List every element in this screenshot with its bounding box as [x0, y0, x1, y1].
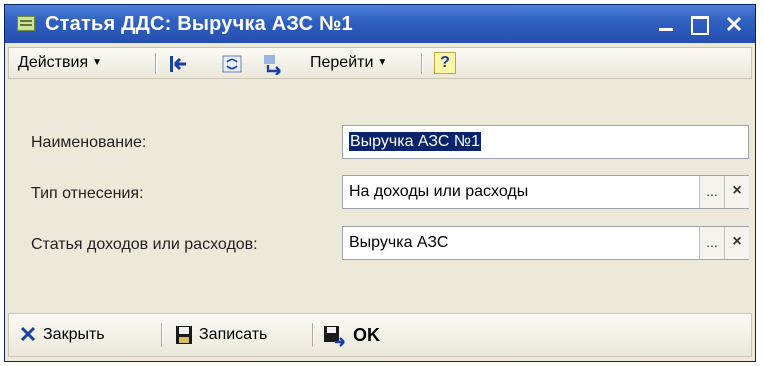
bottom-toolbar: Закрыть Записать OK	[8, 313, 752, 357]
save-button-label: Записать	[199, 326, 268, 343]
close-icon	[726, 16, 742, 32]
window-title: Статья ДДС: Выручка АЗС №1	[45, 13, 353, 35]
title-bar[interactable]: Статья ДДС: Выручка АЗС №1	[5, 5, 755, 43]
minimize-button[interactable]	[653, 11, 679, 37]
back-arrow-icon[interactable]	[167, 53, 189, 75]
toolbar: Действия ▼ Перейти ▼ ?	[8, 47, 752, 79]
catalog-item-icon	[17, 16, 35, 31]
article-field-value: Выручка АЗС	[349, 234, 449, 251]
actions-menu[interactable]: Действия ▼	[18, 48, 102, 78]
article-label: Статья доходов или расходов:	[31, 236, 258, 253]
maximize-button[interactable]	[687, 11, 713, 37]
close-window-button[interactable]	[721, 11, 747, 37]
save-and-close-icon	[324, 326, 345, 347]
help-icon[interactable]: ?	[434, 52, 456, 74]
article-clear-button[interactable]: ×	[724, 227, 749, 259]
goto-menu[interactable]: Перейти ▼	[310, 48, 387, 78]
toolbar-separator	[155, 53, 157, 74]
goto-menu-label: Перейти	[310, 54, 374, 71]
ok-button-label: OK	[353, 325, 380, 345]
close-button-label: Закрыть	[43, 326, 105, 343]
article-select-button[interactable]: ...	[699, 227, 724, 259]
floppy-disk-icon	[176, 326, 192, 344]
close-button[interactable]: Закрыть	[19, 314, 105, 356]
ok-button[interactable]: OK	[323, 314, 380, 356]
type-clear-button[interactable]: ×	[724, 176, 749, 208]
dropdown-arrow-icon: ▼	[377, 57, 388, 68]
name-label: Наименование:	[31, 134, 147, 151]
maximize-icon	[691, 16, 709, 35]
toolbar-separator	[421, 53, 423, 74]
type-field[interactable]: На доходы или расходы ... ×	[342, 175, 749, 209]
toolbar-separator	[161, 323, 163, 347]
type-label: Тип отнесения:	[31, 185, 144, 202]
save-button[interactable]: Записать	[175, 314, 267, 356]
toolbar-separator	[312, 323, 314, 347]
type-field-value: На доходы или расходы	[349, 183, 529, 200]
actions-menu-label: Действия	[18, 54, 89, 71]
dropdown-arrow-icon: ▼	[92, 57, 103, 68]
minimize-icon	[659, 28, 673, 31]
name-field-value: Выручка АЗС №1	[349, 132, 481, 151]
swap-icon[interactable]	[262, 53, 284, 75]
dialog-window: Статья ДДС: Выручка АЗС №1 Действия ▼ Пер…	[4, 4, 756, 362]
type-select-button[interactable]: ...	[699, 176, 724, 208]
close-x-icon	[20, 326, 36, 342]
article-field[interactable]: Выручка АЗС ... ×	[342, 226, 749, 260]
refresh-icon[interactable]	[221, 53, 243, 75]
name-field[interactable]: Выручка АЗС №1	[342, 125, 749, 159]
